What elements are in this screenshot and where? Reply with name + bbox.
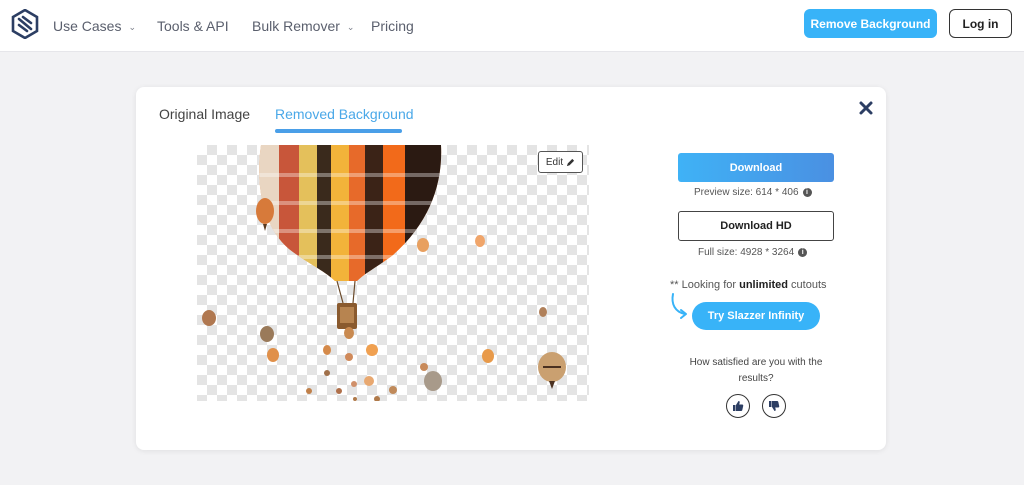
nav-bulk-remover-label: Bulk Remover	[252, 18, 340, 34]
balloons-image	[202, 145, 566, 401]
active-tab-indicator	[275, 129, 402, 133]
top-navigation-bar: Use Cases ⌄ Tools & API Bulk Remover ⌄ P…	[0, 0, 1024, 52]
thumbs-down-button[interactable]	[762, 394, 786, 418]
nav-use-cases[interactable]: Use Cases ⌄	[53, 0, 136, 52]
unlimited-cutouts-promo: ** Looking for unlimited cutouts	[670, 279, 827, 291]
try-slazzer-infinity-button[interactable]: Try Slazzer Infinity	[692, 302, 820, 330]
result-image-preview	[197, 145, 589, 401]
nav-tools-api-label: Tools & API	[157, 18, 229, 34]
satisfaction-question: How satisfied are you with the results?	[689, 357, 823, 384]
nav-pricing-label: Pricing	[371, 18, 414, 34]
nav-pricing[interactable]: Pricing	[371, 0, 414, 52]
nav-tools-api[interactable]: Tools & API	[157, 0, 229, 52]
pencil-icon	[567, 158, 575, 166]
nav-bulk-remover[interactable]: Bulk Remover ⌄	[252, 0, 354, 52]
full-size-label: Full size: 4928 * 3264	[698, 247, 795, 258]
remove-background-button[interactable]: Remove Background	[804, 9, 937, 38]
preview-size-label: Preview size: 614 * 406	[694, 187, 799, 198]
thumbs-up-icon	[733, 401, 744, 411]
promo-highlight: unlimited	[739, 279, 788, 291]
close-icon[interactable]	[858, 100, 874, 116]
curved-arrow-icon	[671, 293, 687, 319]
nav-use-cases-label: Use Cases	[53, 18, 122, 34]
chevron-down-icon: ⌄	[128, 21, 137, 32]
promo-prefix: ** Looking for	[670, 279, 740, 291]
info-icon[interactable]: i	[802, 188, 812, 197]
download-button[interactable]: Download	[678, 153, 834, 182]
chevron-down-icon: ⌄	[346, 21, 355, 32]
thumbs-down-icon	[769, 401, 780, 411]
thumbs-up-button[interactable]	[726, 394, 750, 418]
result-card: Original Image Removed Background Edit D…	[136, 87, 886, 450]
download-hd-button[interactable]: Download HD	[678, 211, 834, 241]
edit-label: Edit	[545, 156, 564, 168]
preview-size-note: Preview size: 614 * 406 i	[694, 187, 812, 198]
login-button[interactable]: Log in	[949, 9, 1012, 38]
tab-removed-background[interactable]: Removed Background	[275, 106, 414, 122]
full-size-note: Full size: 4928 * 3264 i	[698, 247, 808, 258]
tab-original-image[interactable]: Original Image	[159, 106, 250, 122]
edit-button[interactable]: Edit	[538, 151, 583, 173]
logo-icon[interactable]	[11, 9, 39, 39]
info-icon[interactable]: i	[798, 248, 808, 257]
promo-suffix: cutouts	[788, 279, 827, 291]
